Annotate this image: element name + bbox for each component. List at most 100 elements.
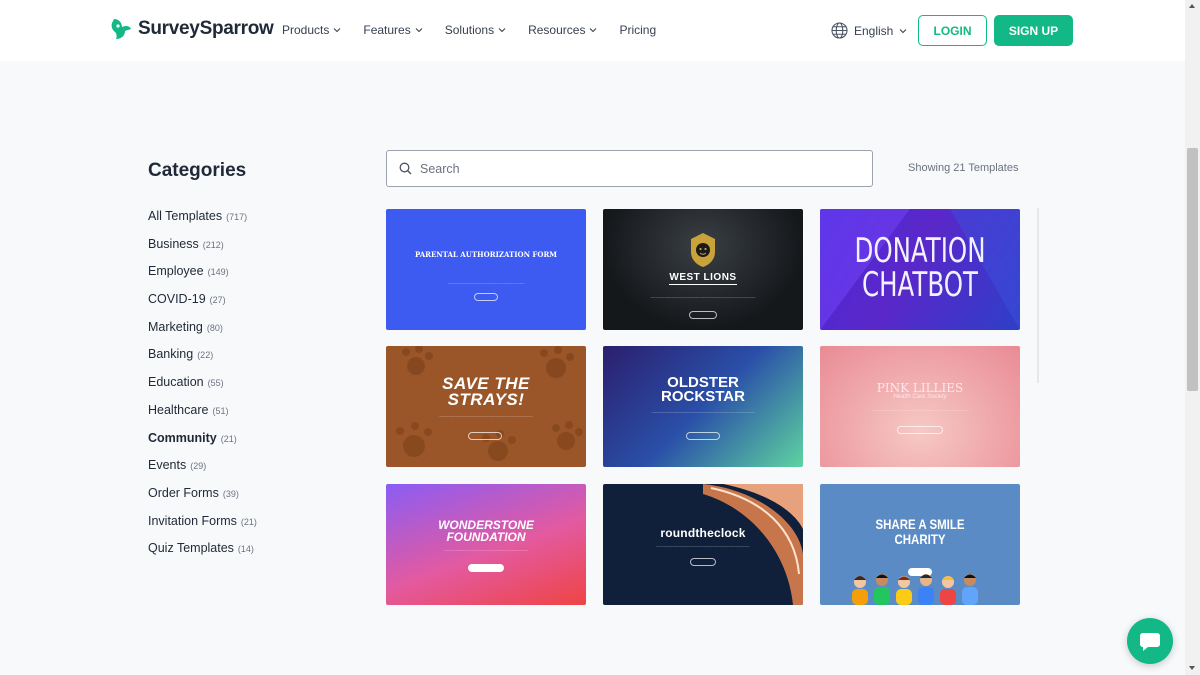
category-banking[interactable]: Banking (22) <box>148 347 257 375</box>
template-title: SAVE THE STRAYS! <box>442 374 530 409</box>
category-healthcare[interactable]: Healthcare (51) <box>148 403 257 431</box>
scroll-up-arrow-icon[interactable] <box>1189 4 1195 8</box>
search-icon <box>399 162 412 175</box>
template-card[interactable]: DONATION CHATBOT <box>820 209 1020 330</box>
category-label: Invitation Forms <box>148 513 237 528</box>
category-community[interactable]: Community (21) <box>148 431 257 459</box>
template-card[interactable]: SHARE A SMILE CHARITY <box>820 484 1020 605</box>
nav-pricing[interactable]: Pricing <box>619 23 656 37</box>
template-title: PINK LILLIES <box>876 381 964 395</box>
category-label: Events <box>148 458 187 473</box>
template-card[interactable]: roundtheclock ~~~~~~~~~~~~~~~~~~~~~~~~~~… <box>603 484 803 605</box>
category-label: Banking <box>148 347 194 362</box>
chat-widget-button[interactable] <box>1127 618 1173 664</box>
start-pill <box>468 432 502 440</box>
categories-heading: Categories <box>148 160 247 181</box>
category-count: (27) <box>209 295 226 306</box>
category-label: Quiz Templates <box>148 541 234 556</box>
main-nav: Products Features Solutions Resources Pr… <box>282 23 678 37</box>
category-label: Education <box>148 375 204 390</box>
start-pill <box>897 426 943 434</box>
template-title: OLDSTER ROCKSTAR <box>661 374 745 405</box>
grid-scrollbar[interactable] <box>1037 208 1039 383</box>
template-title: WONDERSTONE FOUNDATION <box>438 518 534 544</box>
category-order-forms[interactable]: Order Forms (39) <box>148 486 257 514</box>
category-label: Community <box>148 430 217 445</box>
category-label: All Templates <box>148 209 223 223</box>
start-pill <box>468 564 504 572</box>
category-employee[interactable]: Employee (149) <box>148 264 257 292</box>
chevron-down-icon <box>899 28 907 33</box>
category-label: Order Forms <box>148 485 219 500</box>
scroll-down-arrow-icon[interactable] <box>1189 666 1195 670</box>
category-marketing[interactable]: Marketing (80) <box>148 320 257 348</box>
template-title: DONATION CHATBOT <box>854 231 986 305</box>
language-label: English <box>854 23 894 38</box>
category-business[interactable]: Business (212) <box>148 237 257 265</box>
category-count: (212) <box>202 239 224 250</box>
start-pill <box>474 293 498 301</box>
people-illustration <box>852 574 978 605</box>
category-count: (22) <box>197 350 214 361</box>
template-card[interactable]: WEST LIONS ~~~~~~~~~~~~~~~~~~~~~~~~~~~~~… <box>603 209 803 330</box>
template-search <box>386 150 873 187</box>
template-title: PARENTAL AUTHORIZATION FORM <box>414 250 558 259</box>
template-card[interactable]: PINK LILLIES Health Care Society ~~~~~~~… <box>820 346 1020 467</box>
category-count: (14) <box>237 544 254 555</box>
chat-bubble-icon <box>1140 633 1160 651</box>
nav-products[interactable]: Products <box>282 23 341 37</box>
template-title: roundtheclock <box>660 526 746 540</box>
category-label: Marketing <box>148 319 203 334</box>
login-button[interactable]: LOGIN <box>918 15 987 46</box>
globe-icon <box>831 22 848 39</box>
page-scrollbar[interactable] <box>1185 0 1200 675</box>
category-count: (21) <box>220 433 237 444</box>
category-list: All Templates (717) Business (212) Employe… <box>148 209 257 569</box>
nav-label: Products <box>282 23 330 37</box>
nav-label: Pricing <box>619 23 657 37</box>
template-card[interactable]: SAVE THE STRAYS! ~~~~~~~~~~~~~~~~~~~~~~~… <box>386 346 586 467</box>
nav-features[interactable]: Features <box>363 23 423 37</box>
nav-resources[interactable]: Resources <box>528 23 597 37</box>
category-all-templates[interactable]: All Templates (717) <box>148 209 257 237</box>
template-title: WEST LIONS <box>669 272 737 283</box>
start-pill <box>689 311 717 319</box>
nav-solutions[interactable]: Solutions <box>445 23 506 37</box>
start-pill <box>686 432 720 440</box>
language-selector[interactable]: English <box>831 22 907 39</box>
category-count: (717) <box>226 212 248 222</box>
template-title: SHARE A SMILE CHARITY <box>875 516 965 547</box>
sparrow-logo-icon <box>111 19 131 39</box>
chevron-down-icon <box>590 28 597 33</box>
category-count: (80) <box>206 322 223 333</box>
category-label: Business <box>148 236 199 251</box>
category-count: (55) <box>207 378 224 389</box>
category-quiz-templates[interactable]: Quiz Templates (14) <box>148 541 257 569</box>
search-input[interactable] <box>420 161 850 176</box>
category-label: COVID-19 <box>148 292 206 307</box>
signup-button[interactable]: SIGN UP <box>994 15 1073 46</box>
template-card[interactable]: WONDERSTONE FOUNDATION ~~~~~~~~~~~~~~~~~… <box>386 484 586 605</box>
template-card[interactable]: PARENTAL AUTHORIZATION FORM ~~~~~~~~~~~~… <box>386 209 586 330</box>
nav-label: Features <box>363 23 411 37</box>
category-label: Healthcare <box>148 402 209 417</box>
nav-label: Resources <box>528 23 586 37</box>
category-count: (29) <box>190 461 207 472</box>
category-events[interactable]: Events (29) <box>148 458 257 486</box>
scroll-thumb[interactable] <box>1187 148 1198 391</box>
category-invitation-forms[interactable]: Invitation Forms (21) <box>148 514 257 542</box>
lion-crest-icon <box>691 233 715 267</box>
category-covid-19[interactable]: COVID-19 (27) <box>148 292 257 320</box>
top-navbar: SurveySparrow Products Features Solution… <box>0 0 1185 61</box>
chevron-down-icon <box>415 28 423 33</box>
category-count: (21) <box>240 516 257 527</box>
category-label: Employee <box>148 264 204 279</box>
category-count: (149) <box>207 267 229 278</box>
logo[interactable]: SurveySparrow <box>110 17 274 41</box>
start-pill <box>690 558 716 566</box>
template-card[interactable]: OLDSTER ROCKSTAR ~~~~~~~~~~~~~~~~~~~~~~~… <box>603 346 803 467</box>
category-education[interactable]: Education (55) <box>148 375 257 403</box>
category-count: (39) <box>222 488 239 499</box>
nav-label: Solutions <box>444 23 495 37</box>
chevron-down-icon <box>498 28 506 33</box>
